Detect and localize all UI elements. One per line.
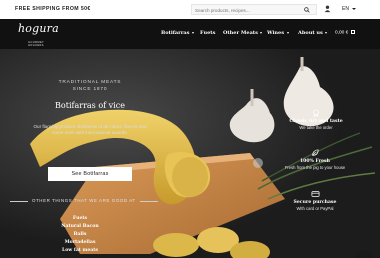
chevron-down-icon [191,31,194,34]
feature-classic-art: Classic Art and taste We take the order [288,109,344,131]
main-nav: hogura GOURMET HOGUERA Botifarras Fuets … [0,19,380,49]
divider [10,200,28,202]
chat-button[interactable] [355,251,373,258]
good-at-link-bacon[interactable]: Natural Bacon [40,223,120,231]
cart-total: 0,00 € [335,30,349,36]
good-at-link-balls[interactable]: Balls [40,231,120,239]
user-icon[interactable] [324,5,331,13]
good-at-list: Fuets Natural Bacon Balls Mortadellas Lo… [40,215,120,255]
award-icon [313,109,319,117]
top-bar: FREE SHIPPING FROM 50€ EN [0,0,380,19]
nav-item-botifarras[interactable]: Botifarras [161,30,194,36]
good-at-heading: OTHER THINGS THAT WE ARE GOOD AT [6,198,166,203]
chevron-down-icon [351,7,356,10]
good-at-link-low-fat[interactable]: Low fat meats [40,247,120,255]
nav-item-about-us[interactable]: About us [298,30,328,36]
nav-item-fuets[interactable]: Fuets [200,30,215,36]
chevron-down-icon [286,31,289,34]
good-at-label: OTHER THINGS THAT WE ARE GOOD AT [32,198,136,203]
shipping-promo: FREE SHIPPING FROM 50€ [15,6,91,12]
search-icon[interactable] [304,7,310,13]
good-at-link-mortadellas[interactable]: Mortadellas [40,239,120,247]
hero-title: Botifarras of vice [55,101,125,110]
feature-desc: Fresh from the pig to your house [284,165,346,170]
nav-menu: Botifarras Fuets Other Meats Wines About… [0,30,380,38]
search-input[interactable] [195,6,295,14]
language-selector[interactable]: EN [342,6,356,12]
chevron-down-icon [325,31,328,34]
nav-item-wines[interactable]: Wines [267,30,289,36]
hero-banner: TRADITIONAL MEATS SINCE 1870 Botifarras … [0,49,380,258]
feature-fresh: 100% Fresh Fresh from the pig to your ho… [278,149,352,171]
hero-description: Our flagship product. Botifarras of all … [33,124,147,136]
chevron-down-icon [260,31,263,34]
card-icon [311,191,319,197]
feature-desc: We take the order [299,125,333,130]
good-at-link-fuets[interactable]: Fuets [40,215,120,223]
bag-icon [351,30,356,34]
divider [139,200,158,202]
language-label: EN [342,6,349,12]
leaf-icon [312,149,319,156]
see-botifarras-button[interactable]: See Botifarras [48,167,132,181]
hero-eyebrow-line2: SINCE 1870 [72,86,108,92]
search-box[interactable] [191,4,317,15]
hero-eyebrow: TRADITIONAL MEATS SINCE 1870 [45,80,135,93]
feature-secure: Secure purchase With card or PayPal [286,190,344,212]
nav-item-other-meats[interactable]: Other Meats [223,30,263,36]
feature-desc: With card or PayPal [296,206,334,211]
cart-button[interactable]: 0,00 € [335,30,356,36]
logo-tagline: GOURMET HOGUERA [28,41,45,47]
